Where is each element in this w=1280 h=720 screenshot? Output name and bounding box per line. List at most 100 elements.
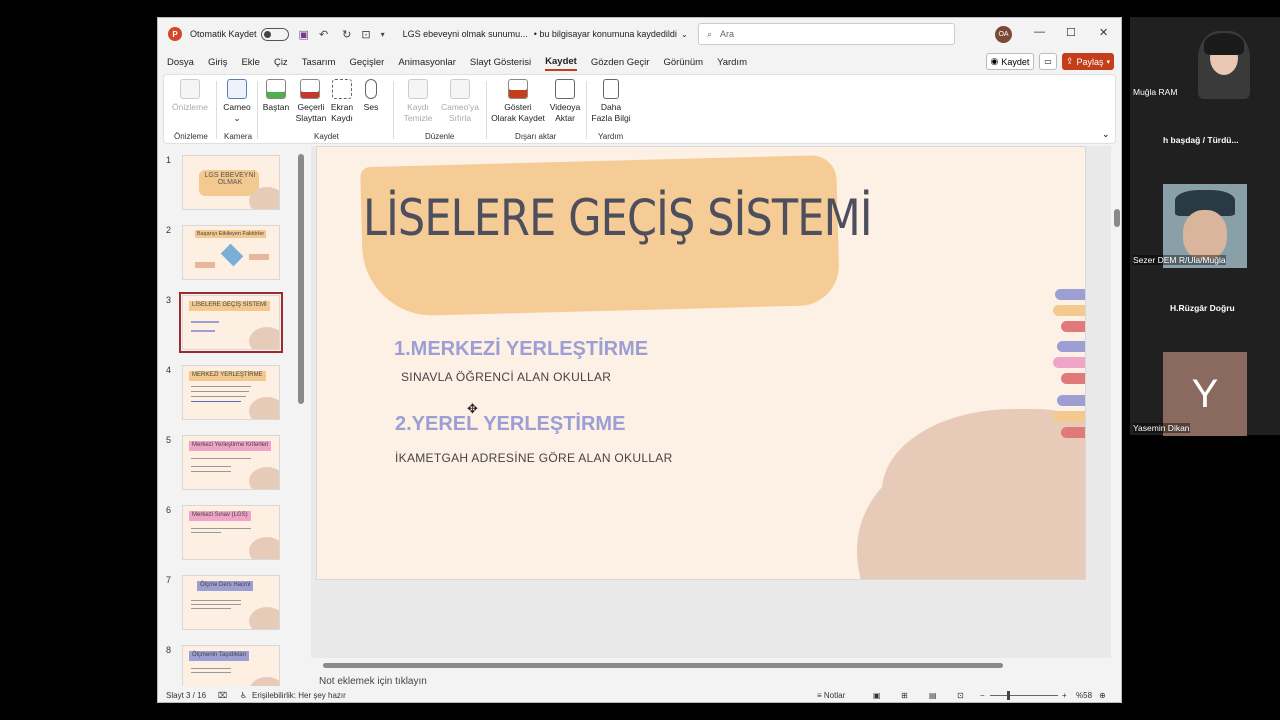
slide-sorter-icon[interactable]: ⊞ — [901, 691, 908, 700]
record-current-icon — [300, 79, 320, 99]
comments-button[interactable]: ▭ — [1039, 53, 1057, 70]
menu-item-slayt-gosterisi[interactable]: Slayt Gösterisi — [470, 57, 531, 70]
save-as-show-icon — [508, 79, 528, 99]
search-box[interactable]: ⌕ Ara — [698, 23, 955, 45]
slide-thumbnail[interactable]: LGS EBEVEYNİ OLMAK — [182, 155, 280, 210]
group-label-export: Dışarı aktar — [515, 132, 557, 141]
close-icon[interactable]: ✕ — [1099, 26, 1108, 39]
notes-toggle[interactable]: ≡ Notlar — [817, 691, 845, 700]
thumb-number: 3 — [166, 295, 172, 305]
save-icon[interactable]: ▣ — [299, 28, 309, 41]
normal-view-icon[interactable]: ▣ — [873, 691, 881, 700]
group-label-help: Yardım — [598, 132, 624, 141]
user-avatar[interactable]: OA — [995, 26, 1012, 43]
thumb-number: 6 — [166, 505, 172, 515]
vertical-scrollbar[interactable] — [1113, 146, 1121, 658]
menu-item-tasarim[interactable]: Tasarım — [302, 57, 336, 70]
notes-placeholder: Not eklemek için tıklayın — [319, 676, 427, 687]
ribbon-separator — [486, 81, 487, 139]
heading-merkezi[interactable]: 1.MERKEZİ YERLEŞTİRME — [394, 338, 648, 361]
autosave-toggle[interactable] — [260, 27, 289, 41]
slide-thumbnail[interactable]: Ölçmenin Taşıdıkları — [182, 645, 280, 686]
accessibility-icon[interactable]: ♿ — [240, 691, 247, 700]
learn-more-button[interactable]: Daha Fazla Bilgi — [591, 79, 631, 124]
cameo-button[interactable]: Cameo ⌄ — [222, 79, 252, 124]
menu-item-kaydet[interactable]: Kaydet — [545, 56, 577, 71]
audio-button[interactable]: Ses — [360, 79, 382, 113]
ribbon: Önizleme Cameo ⌄ Baştan Geçerli Slayttan … — [163, 74, 1116, 144]
save-location[interactable]: • bu bilgisayar konumuna kaydedildi — [534, 29, 677, 39]
zoom-slider[interactable] — [990, 695, 1058, 696]
cameo-icon — [227, 79, 247, 99]
slide-thumbnail[interactable]: Merkezi Yerleştirme Kriterleri — [182, 435, 280, 490]
spellcheck-icon[interactable]: ⌧ — [218, 691, 227, 700]
document-title[interactable]: LGS ebeveyni olmak sunumu... — [403, 29, 528, 39]
learn-more-label: Daha Fazla Bilgi — [591, 102, 631, 123]
horizontal-scrollbar[interactable] — [311, 660, 1111, 672]
scrollbar-thumb[interactable] — [298, 154, 304, 404]
cameo-label: Cameo — [223, 102, 251, 112]
menu-item-ciz[interactable]: Çiz — [274, 57, 288, 70]
heading-yerel[interactable]: 2.YEREL YERLEŞTİRME — [395, 413, 625, 436]
menu-item-yardim[interactable]: Yardım — [717, 57, 747, 70]
current-slide[interactable]: LİSELERE GEÇİŞ SİSTEMİ 1.MERKEZİ YERLEŞT… — [316, 146, 1086, 580]
preview-icon — [180, 79, 200, 99]
menu-item-gorunum[interactable]: Görünüm — [663, 57, 703, 70]
reset-cameo-label: Cameo'ya Sıfırla — [440, 102, 479, 123]
scrollbar-thumb[interactable] — [323, 663, 1003, 668]
redo-icon[interactable]: ↻ — [342, 28, 351, 41]
participant-name: H.Rüzgâr Doğru — [1170, 303, 1235, 313]
maximize-icon[interactable]: ☐ — [1066, 26, 1076, 39]
from-current-slide-button[interactable]: Geçerli Slayttan — [295, 79, 326, 124]
slide-thumbnail[interactable]: Ölçme Ders Hacmi — [182, 575, 280, 630]
menu-item-gozden-gecir[interactable]: Gözden Geçir — [591, 57, 650, 70]
screen-recording-button[interactable]: Ekran Kaydı — [329, 79, 355, 124]
slide-title[interactable]: LİSELERE GEÇİŞ SİSTEMİ — [363, 189, 873, 247]
export-video-button[interactable]: Videoya Aktar — [548, 79, 582, 124]
zoom-slider-thumb[interactable] — [1007, 691, 1010, 700]
reset-to-cameo-button: Cameo'ya Sıfırla — [439, 79, 481, 124]
thumb-title: LGS EBEVEYNİ OLMAK — [204, 172, 256, 186]
present-icon[interactable]: ⊡ — [361, 28, 370, 41]
subtext-merkezi[interactable]: SINAVLA ÖĞRENCİ ALAN OKULLAR — [401, 370, 611, 384]
zoom-out-icon[interactable]: − — [980, 691, 985, 700]
from-beginning-button[interactable]: Baştan — [261, 79, 291, 113]
fit-to-window-icon[interactable]: ⊕ — [1099, 691, 1106, 700]
share-button-label: Paylaş — [1076, 56, 1104, 67]
customize-qat-icon[interactable]: ▾ — [381, 30, 385, 39]
clear-recording-button: Kaydı Temizle — [400, 79, 436, 124]
save-as-show-button[interactable]: Gösteri Olarak Kaydet — [491, 79, 545, 124]
menu-item-gecisler[interactable]: Geçişler — [349, 57, 384, 70]
menu-item-dosya[interactable]: Dosya — [167, 57, 194, 70]
record-button[interactable]: ◉ Kaydet — [986, 53, 1034, 70]
thumbnails-scrollbar[interactable] — [298, 146, 304, 686]
menu-item-giris[interactable]: Giriş — [208, 57, 228, 70]
menu-bar: Dosya Giriş Ekle Çiz Tasarım Geçişler An… — [158, 54, 1121, 72]
minimize-icon[interactable]: — — [1034, 26, 1045, 38]
slide-thumbnail[interactable]: Merkezi Sınav (LGS) — [182, 505, 280, 560]
notes-label: Notlar — [823, 691, 846, 700]
thumb-title: Merkezi Yerleştirme Kriterleri — [189, 441, 272, 451]
slideshow-icon[interactable]: ⊡ — [957, 691, 964, 700]
slide-thumbnail-selected[interactable]: LİSELERE GEÇİŞ SİSTEMİ — [179, 292, 283, 353]
audio-label: Ses — [363, 102, 379, 112]
zoom-in-icon[interactable]: + — [1062, 691, 1067, 700]
undo-icon[interactable]: ↶ — [319, 28, 328, 41]
collapse-ribbon-icon[interactable]: ⌄ — [1102, 129, 1110, 140]
chevron-down-icon[interactable]: ⌄ — [681, 30, 688, 39]
accessibility-status[interactable]: Erişilebilirlik: Her şey hazır — [252, 691, 346, 700]
subtext-yerel[interactable]: İKAMETGAH ADRESİNE GÖRE ALAN OKULLAR — [395, 451, 673, 465]
scrollbar-thumb[interactable] — [1114, 209, 1120, 227]
save-as-show-label: Gösteri Olarak Kaydet — [491, 102, 545, 123]
decorative-stripe — [1061, 373, 1085, 384]
menu-item-animasyonlar[interactable]: Animasyonlar — [398, 57, 456, 70]
slide-thumbnails-pane: 1 LGS EBEVEYNİ OLMAK 2 Başarıyı Etkileye… — [158, 146, 308, 686]
reading-view-icon[interactable]: ▤ — [929, 691, 937, 700]
from-beginning-label: Baştan — [262, 102, 290, 112]
slide-thumbnail[interactable]: Başarıyı Etkileyen Faktörler — [182, 225, 280, 280]
slide-thumbnail[interactable]: MERKEZİ YERLEŞTİRME — [182, 365, 280, 420]
menu-item-ekle[interactable]: Ekle — [241, 57, 259, 70]
zoom-level[interactable]: %58 — [1076, 691, 1092, 700]
notes-icon: ≡ — [817, 691, 822, 700]
share-button[interactable]: ⇪ Paylaş ▾ — [1062, 53, 1114, 70]
